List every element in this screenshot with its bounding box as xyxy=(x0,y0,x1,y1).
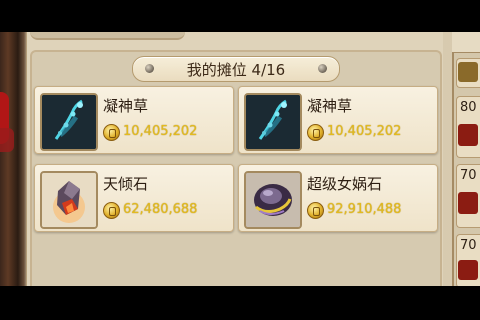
left-red-ornament-lower xyxy=(0,128,14,152)
market-list-item-text: 70 xyxy=(460,238,477,253)
item-name: 天倾石 xyxy=(103,175,149,193)
market-list-header xyxy=(452,32,480,53)
stall-title: 我的摊位 4/16 xyxy=(186,61,286,79)
item-thumb-icon xyxy=(458,260,478,280)
item-price: 92,910,488 xyxy=(327,202,402,217)
item-price: 62,480,688 xyxy=(123,202,198,217)
item-price: 10,405,202 xyxy=(327,124,402,139)
stall-item-card[interactable]: 凝神草 10,405,202 xyxy=(238,86,438,154)
gold-coin-icon xyxy=(103,202,120,219)
item-thumb-icon xyxy=(458,62,478,82)
blue-herb-icon xyxy=(244,93,302,151)
bottom-letterbox xyxy=(0,286,480,320)
purple-nuwa-stone-icon xyxy=(244,171,302,229)
item-name: 凝神草 xyxy=(103,97,149,115)
stall-item-card[interactable]: 天倾石 62,480,688 xyxy=(34,164,234,232)
panel-top-strip xyxy=(30,32,185,40)
market-list-item-text: 80 xyxy=(460,100,477,115)
stall-title-banner: 我的摊位 4/16 xyxy=(132,56,340,82)
market-list-item-text: 70 xyxy=(460,168,477,183)
blue-herb-icon xyxy=(40,93,98,151)
item-thumb-icon xyxy=(458,192,478,214)
stall-item-card[interactable]: 凝神草 10,405,202 xyxy=(34,86,234,154)
item-name: 凝神草 xyxy=(307,97,353,115)
gold-coin-icon xyxy=(103,124,120,141)
stall-item-card[interactable]: 超级女娲石 92,910,488 xyxy=(238,164,438,232)
item-name: 超级女娲石 xyxy=(307,175,383,193)
item-price: 10,405,202 xyxy=(123,124,198,139)
item-thumb-icon xyxy=(458,124,478,146)
top-letterbox xyxy=(0,0,480,32)
gold-coin-icon xyxy=(307,202,324,219)
gold-coin-icon xyxy=(307,124,324,141)
red-crystal-icon xyxy=(40,171,98,229)
